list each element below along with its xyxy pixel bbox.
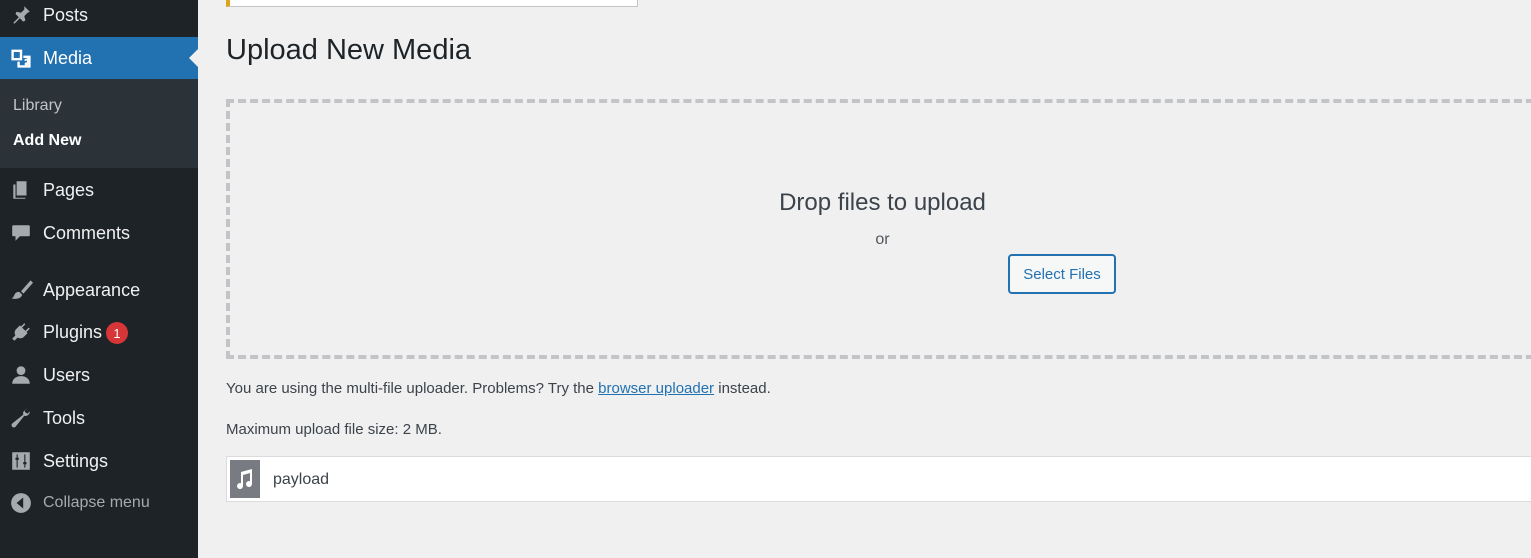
drag-drop-area[interactable]: Drop files to upload or Select Files — [226, 99, 1531, 359]
sidebar-item-comments[interactable]: Comments — [0, 213, 198, 253]
sidebar-item-label: Appearance — [43, 279, 141, 300]
submenu-item-add-new[interactable]: Add New — [13, 132, 81, 150]
sidebar-item-pages[interactable]: Pages — [0, 170, 198, 210]
or-text: or — [875, 231, 890, 248]
sidebar-item-users[interactable]: Users — [0, 355, 198, 395]
sidebar-item-label: Users — [43, 364, 91, 385]
sidebar-item-label: Comments — [43, 222, 131, 243]
browser-uploader-link[interactable]: browser uploader — [598, 380, 714, 397]
media-item: payload — [226, 456, 1531, 502]
sidebar-item-label: Tools — [43, 407, 86, 428]
page-title: Upload New Media — [226, 34, 472, 66]
user-icon — [9, 363, 33, 387]
collapse-menu-label: Collapse menu — [43, 494, 150, 511]
sidebar-item-tools[interactable]: Tools — [0, 398, 198, 438]
admin-notice — [226, 0, 638, 7]
submenu-item-library[interactable]: Library — [13, 97, 62, 115]
max-upload-size: Maximum upload file size: 2 MB. — [226, 421, 442, 438]
select-files-button[interactable]: Select Files — [1008, 254, 1116, 294]
sidebar-item-plugins[interactable]: Plugins 1 — [0, 312, 198, 352]
sidebar-item-label: Media — [43, 47, 93, 68]
sidebar-item-label: Posts — [43, 4, 89, 25]
collapse-icon — [9, 491, 33, 515]
sidebar-item-label: Settings — [43, 450, 109, 471]
uploader-info-prefix: You are using the multi-file uploader. P… — [226, 380, 594, 397]
sidebar-item-media[interactable]: Media — [0, 37, 198, 79]
pages-icon — [9, 178, 33, 202]
uploader-info: You are using the multi-file uploader. P… — [226, 380, 771, 397]
comment-icon — [9, 221, 33, 245]
uploader-info-suffix: instead. — [718, 380, 771, 397]
sidebar-item-label: Plugins — [43, 321, 103, 342]
media-icon — [9, 46, 33, 70]
admin-sidebar: Posts Media Library Add New Pages Commen… — [0, 0, 198, 558]
media-filename: payload — [273, 471, 330, 488]
drop-files-text: Drop files to upload — [779, 189, 986, 216]
wrench-icon — [9, 406, 33, 430]
sidebar-item-posts[interactable]: Posts — [0, 0, 198, 35]
update-count-badge: 1 — [106, 322, 128, 344]
sidebar-item-label: Pages — [43, 179, 95, 200]
audio-file-icon — [230, 460, 260, 498]
sliders-icon — [9, 449, 33, 473]
media-submenu: Library Add New — [0, 79, 198, 168]
plug-icon — [9, 320, 33, 344]
sidebar-item-settings[interactable]: Settings — [0, 441, 198, 481]
sidebar-item-appearance[interactable]: Appearance — [0, 270, 198, 310]
collapse-menu-button[interactable]: Collapse menu — [0, 483, 198, 523]
pin-icon — [9, 3, 33, 27]
brush-icon — [9, 278, 33, 302]
